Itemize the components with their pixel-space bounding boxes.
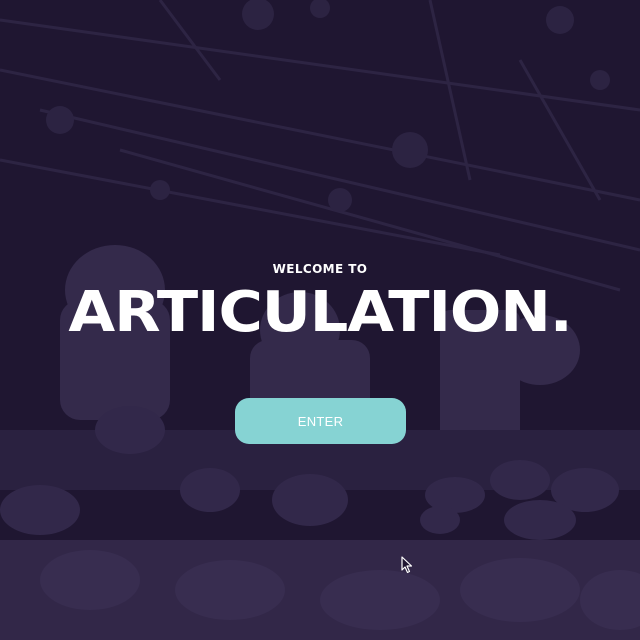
- page-title: ARTICULATION.: [68, 280, 572, 345]
- welcome-label: WELCOME TO: [272, 262, 368, 276]
- landing-page: WELCOME TO ARTICULATION. ENTER: [0, 0, 640, 640]
- mouse-pointer-icon: [401, 556, 413, 574]
- enter-button[interactable]: ENTER: [235, 398, 406, 444]
